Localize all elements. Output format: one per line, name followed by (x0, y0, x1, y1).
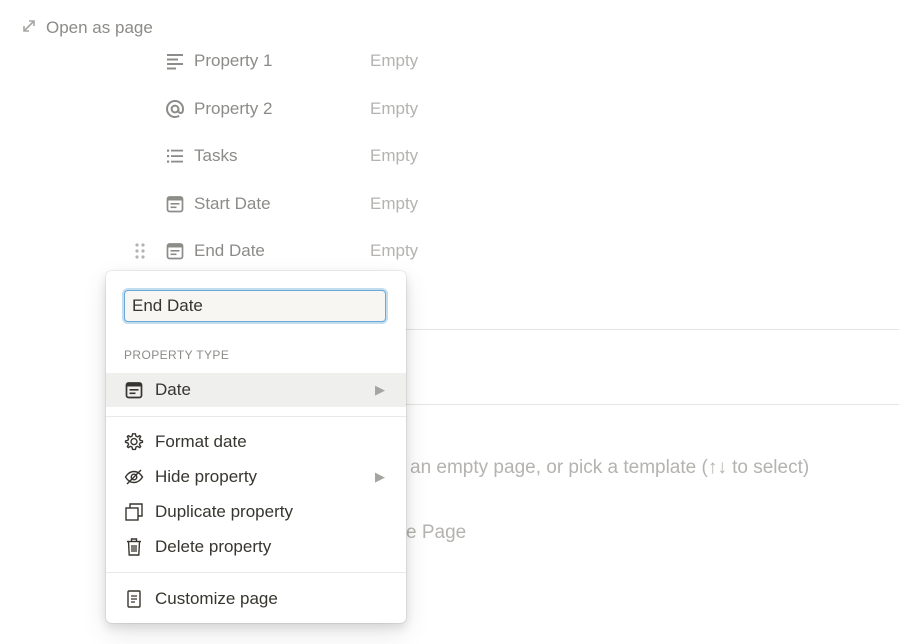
property-row-tasks[interactable]: Tasks Empty (130, 141, 450, 171)
customize-page-button[interactable]: Customize page (106, 583, 406, 615)
property-row-property-2[interactable]: Property 2 Empty (130, 94, 450, 124)
list-icon (164, 145, 186, 167)
customize-page-label: Customize page (155, 589, 278, 608)
page-divider (406, 404, 899, 405)
property-type-label: PROPERTY TYPE (124, 348, 230, 362)
duplicate-property-label: Duplicate property (155, 502, 293, 521)
property-name-input[interactable] (124, 290, 386, 322)
calendar-icon (164, 193, 186, 215)
page-icon (122, 587, 146, 611)
duplicate-property-button[interactable]: Duplicate property (106, 496, 406, 528)
property-name: Property 1 (194, 51, 273, 70)
property-value[interactable]: Empty (370, 99, 418, 119)
property-name: Property 2 (194, 99, 273, 118)
format-date-label: Format date (155, 432, 247, 451)
format-date-button[interactable]: Format date (106, 426, 406, 458)
hide-property-button[interactable]: Hide property ▶ (106, 461, 406, 493)
property-value[interactable]: Empty (370, 241, 418, 261)
at-sign-icon (164, 98, 186, 120)
property-name: Start Date (194, 194, 271, 213)
page-divider (406, 329, 899, 330)
open-as-page-button[interactable]: Open as page (22, 16, 153, 40)
property-row-property-1[interactable]: Property 1 Empty (130, 46, 450, 76)
expand-arrow-icon (22, 18, 36, 38)
property-value[interactable]: Empty (370, 51, 418, 71)
property-value[interactable]: Empty (370, 146, 418, 166)
template-page-option[interactable]: e Page (406, 522, 466, 544)
delete-property-label: Delete property (155, 537, 272, 556)
hide-property-label: Hide property (155, 467, 258, 486)
property-row-start-date[interactable]: Start Date Empty (130, 189, 450, 219)
property-name: Tasks (194, 146, 238, 165)
trash-icon (122, 535, 146, 559)
menu-divider (106, 416, 406, 417)
open-as-page-label: Open as page (46, 18, 153, 37)
property-menu: PROPERTY TYPE Date ▶ Format date Hide pr… (106, 271, 406, 623)
property-type-value: Date (155, 380, 191, 399)
eye-off-icon (122, 465, 146, 489)
submenu-arrow-icon: ▶ (375, 382, 385, 397)
submenu-arrow-icon: ▶ (375, 469, 385, 484)
gear-icon (122, 430, 146, 454)
property-row-end-date[interactable]: End Date Empty (130, 236, 450, 266)
property-name: End Date (194, 241, 265, 260)
text-lines-icon (164, 50, 186, 72)
calendar-icon (164, 240, 186, 262)
menu-divider (106, 572, 406, 573)
property-value[interactable]: Empty (370, 194, 418, 214)
duplicate-icon (122, 500, 146, 524)
empty-page-hint: an empty page, or pick a template (↑↓ to… (410, 457, 810, 478)
property-type-selector[interactable]: Date ▶ (106, 373, 406, 407)
delete-property-button[interactable]: Delete property (106, 531, 406, 563)
drag-handle-icon[interactable] (130, 241, 150, 261)
calendar-icon (122, 378, 146, 402)
